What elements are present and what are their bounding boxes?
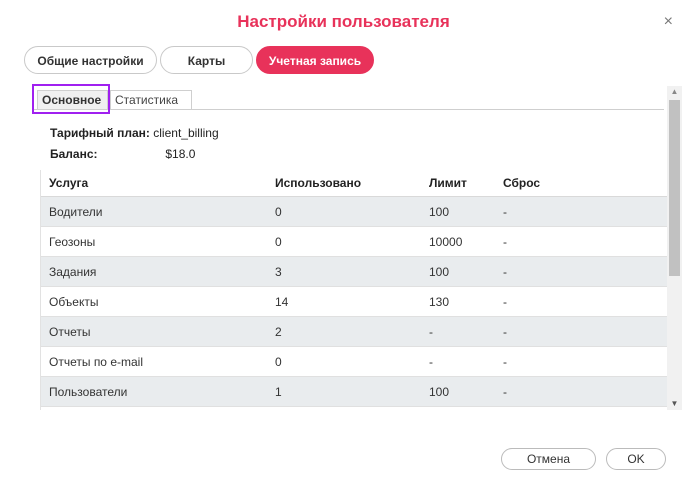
cell-service: Геозоны (41, 226, 267, 257)
chevron-up-icon[interactable]: ▲ (667, 86, 682, 98)
tab-general-settings[interactable]: Общие настройки (24, 46, 157, 74)
chevron-down-icon[interactable]: ▼ (667, 398, 682, 410)
plan-label: Тарифный план: (50, 126, 150, 140)
cell-limit: 100 (421, 196, 495, 227)
cell-used: 0 (267, 346, 421, 377)
cell-used: 0 (267, 226, 421, 257)
plan-row: Тарифный план: client_billing (50, 126, 219, 140)
cancel-button[interactable]: Отмена (501, 448, 596, 470)
table-header-row: Услуга Использовано Лимит Сброс (41, 170, 667, 197)
cell-reset: - (495, 286, 667, 317)
cell-used: 14 (267, 286, 421, 317)
cell-reset: - (495, 346, 667, 377)
cell-service: Отчеты по e-mail (41, 346, 267, 377)
balance-label: Баланс: (50, 147, 98, 161)
cell-service: Отчеты (41, 316, 267, 347)
cell-limit: - (421, 316, 495, 347)
dialog-title: Настройки пользователя (237, 12, 450, 31)
table-row: Задания 3 100 - (41, 256, 667, 287)
cell-limit: 10000 (421, 226, 495, 257)
balance-value: $18.0 (165, 147, 196, 161)
table-row: Отчеты по e-mail 0 - - (41, 346, 667, 377)
cell-limit: 100 (421, 256, 495, 287)
cell-used: 3 (267, 256, 421, 287)
cell-limit: 100 (421, 376, 495, 407)
cell-used: 0 (267, 196, 421, 227)
cell-limit: 130 (421, 286, 495, 317)
close-icon[interactable]: × (664, 14, 673, 30)
table-row: Объекты 14 130 - (41, 286, 667, 317)
header-reset: Сброс (495, 170, 667, 197)
cell-service: Объекты (41, 286, 267, 317)
tab-account[interactable]: Учетная запись (256, 46, 374, 74)
usage-table: Услуга Использовано Лимит Сброс Водители… (41, 170, 667, 407)
cell-service: Водители (41, 196, 267, 227)
user-settings-dialog: Настройки пользователя × Общие настройки… (0, 0, 687, 485)
cell-reset: - (495, 226, 667, 257)
table-row: Водители 0 100 - (41, 196, 667, 227)
header-service: Услуга (41, 170, 267, 197)
subtab-general[interactable]: Основное (37, 90, 108, 109)
plan-value: client_billing (153, 126, 219, 140)
ok-button[interactable]: OK (606, 448, 666, 470)
cell-service: Пользователи (41, 376, 267, 407)
cell-used: 2 (267, 316, 421, 347)
sub-tabs-divider (34, 109, 664, 110)
tab-maps[interactable]: Карты (160, 46, 253, 74)
header-limit: Лимит (421, 170, 495, 197)
header-used: Использовано (267, 170, 421, 197)
usage-table-container[interactable]: Услуга Использовано Лимит Сброс Водители… (40, 170, 667, 410)
vertical-scrollbar[interactable]: ▲ ▼ (667, 86, 682, 410)
cell-reset: - (495, 256, 667, 287)
table-row: Отчеты 2 - - (41, 316, 667, 347)
cell-used: 1 (267, 376, 421, 407)
table-row: Геозоны 0 10000 - (41, 226, 667, 257)
subtab-statistics[interactable]: Статистика (110, 90, 192, 109)
cell-reset: - (495, 376, 667, 407)
cell-limit: - (421, 346, 495, 377)
table-row: Пользователи 1 100 - (41, 376, 667, 407)
scroll-thumb[interactable] (669, 100, 680, 276)
balance-row: Баланс: $18.0 (50, 147, 195, 161)
cell-reset: - (495, 196, 667, 227)
cell-reset: - (495, 316, 667, 347)
cell-service: Задания (41, 256, 267, 287)
